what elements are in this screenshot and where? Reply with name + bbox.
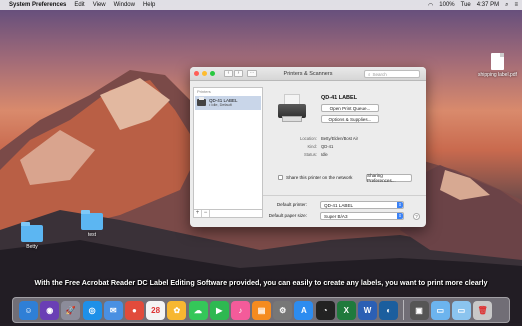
ibooks-icon[interactable]: ▤: [252, 300, 272, 320]
printer-large-icon: [278, 94, 306, 124]
sharing-preferences-button[interactable]: Sharing Preferences...: [366, 173, 412, 183]
default-paper-value: Super B/A3: [324, 213, 348, 219]
minimize-button[interactable]: [202, 71, 207, 76]
selected-printer-name: QD-41 LABEL: [321, 95, 358, 101]
documents-folder-icon[interactable]: ▭: [430, 300, 450, 320]
printer-list-item[interactable]: QD-41 LABEL • Idle, Default: [195, 96, 261, 110]
desktop-icon-label: shipping label.pdf: [478, 72, 517, 78]
defaults-area: Default printer: QD-41 LABEL ⇕ Default p…: [263, 195, 426, 227]
menu-view[interactable]: View: [93, 2, 106, 8]
finder-icon[interactable]: ☺: [19, 300, 38, 320]
share-printer-label: Share this printer on the network: [286, 175, 353, 180]
printers-header: Printers: [197, 89, 211, 94]
desktop-folder-betty[interactable]: Betty: [21, 222, 43, 250]
default-printer-value: QD-41 LABEL: [324, 202, 354, 208]
add-printer-button[interactable]: +: [194, 210, 202, 217]
default-paper-select[interactable]: Super B/A3 ⇕: [320, 212, 404, 220]
wifi-icon[interactable]: ◠: [428, 2, 433, 9]
folder-icon: [21, 222, 43, 242]
close-button[interactable]: [194, 71, 199, 76]
itunes-icon[interactable]: ♪: [230, 300, 250, 320]
folder-icon: [81, 210, 103, 230]
qq-icon[interactable]: ◔: [315, 300, 335, 320]
printer-list-footer: + −: [194, 209, 262, 217]
launchpad-icon[interactable]: 🚀: [61, 300, 81, 320]
word-icon[interactable]: W: [358, 300, 377, 320]
info-status-value: Idle: [321, 152, 328, 157]
menu-app-name[interactable]: System Preferences: [9, 2, 66, 8]
show-all-button[interactable]: ⋯: [247, 70, 257, 77]
mail-icon[interactable]: ✉: [103, 300, 123, 320]
spotlight-icon[interactable]: ⌕: [505, 2, 508, 9]
photos-icon[interactable]: ✿: [167, 300, 187, 320]
app-store-icon[interactable]: A: [294, 300, 314, 320]
info-status-label: Status:: [303, 152, 317, 157]
default-paper-label: Default paper size:: [268, 213, 307, 218]
share-printer-checkbox[interactable]: [278, 175, 283, 180]
dock: ☺ ◉ 🚀 ◎ ✉ ● 28 ✿ ☁ ▶ ♪ ▤ ⚙ A ◔ X W ◐ ▣ ▭ ▭ 🗑: [12, 297, 510, 323]
facetime-icon[interactable]: ▶: [209, 300, 229, 320]
safari-icon[interactable]: ◎: [82, 300, 102, 320]
clock-time[interactable]: 4:37 PM: [477, 2, 499, 8]
search-field[interactable]: ⌕ Search: [364, 70, 420, 78]
printers-list-pane: Printers QD-41 LABEL • Idle, Default + −: [193, 87, 263, 218]
options-supplies-button[interactable]: Options & Supplies...: [321, 115, 379, 123]
search-icon: ⌕: [368, 71, 371, 77]
default-printer-label: Default printer:: [276, 202, 307, 207]
desktop-file-shipping-label[interactable]: shipping label.pdf: [478, 53, 517, 78]
clock-day[interactable]: Tue: [461, 2, 471, 8]
video-caption: With the Free Acrobat Reader DC Label Ed…: [34, 278, 488, 287]
forward-button[interactable]: ›: [234, 70, 243, 77]
default-printer-select[interactable]: QD-41 LABEL ⇕: [320, 201, 404, 209]
pdf-file-icon: [490, 53, 504, 70]
menu-window[interactable]: Window: [114, 2, 135, 8]
info-kind-label: Kind:: [307, 144, 317, 149]
messages-icon[interactable]: ☁: [188, 300, 208, 320]
remove-printer-button[interactable]: −: [202, 210, 210, 217]
screen-recorder-icon[interactable]: ◐: [379, 300, 399, 320]
menu-edit[interactable]: Edit: [74, 2, 84, 8]
share-printer-row: Share this printer on the network: [278, 175, 352, 180]
printer-list-status: • Idle, Default: [209, 103, 232, 107]
chrome-icon[interactable]: ●: [124, 300, 144, 320]
chevron-updown-icon: ⇕: [397, 202, 403, 208]
siri-icon[interactable]: ◉: [40, 300, 60, 320]
printer-icon: [197, 97, 206, 107]
back-button[interactable]: ‹: [224, 70, 233, 77]
info-location-label: Location:: [300, 136, 317, 141]
open-print-queue-button[interactable]: Open Print Queue...: [321, 104, 379, 112]
menu-status-area: ◠ 100% Tue 4:37 PM ⌕ ≡: [428, 2, 518, 9]
menu-bar: System Preferences Edit View Window Help…: [0, 0, 522, 10]
downloads-folder-icon[interactable]: ▭: [451, 300, 471, 320]
info-location-value: Betty/Elden/Bost Air: [321, 136, 359, 141]
system-preferences-icon[interactable]: ⚙: [273, 300, 293, 320]
desktop-icon-label: test: [87, 232, 97, 238]
excel-icon[interactable]: X: [336, 300, 356, 320]
printers-scanners-window: ‹ › ⋯ Printers & Scanners ⌕ Search Print…: [190, 67, 426, 227]
trash-icon[interactable]: 🗑: [473, 300, 493, 320]
desktop-folder-test[interactable]: test: [81, 210, 103, 238]
zoom-button[interactable]: [210, 71, 215, 76]
chevron-updown-icon: ⇕: [397, 213, 403, 219]
desktop-icon-label: Betty: [26, 244, 38, 250]
printer-app-icon[interactable]: ▣: [409, 300, 429, 320]
search-placeholder: Search: [372, 71, 387, 77]
notification-center-icon[interactable]: ≡: [514, 2, 518, 8]
help-button[interactable]: ?: [413, 213, 420, 220]
dock-separator: [403, 300, 405, 320]
battery-percent[interactable]: 100%: [439, 2, 454, 8]
window-titlebar[interactable]: ‹ › ⋯ Printers & Scanners ⌕ Search: [190, 67, 426, 81]
menu-help[interactable]: Help: [143, 2, 155, 8]
info-kind-value: QD-41: [321, 144, 334, 149]
calendar-icon[interactable]: 28: [146, 300, 166, 320]
